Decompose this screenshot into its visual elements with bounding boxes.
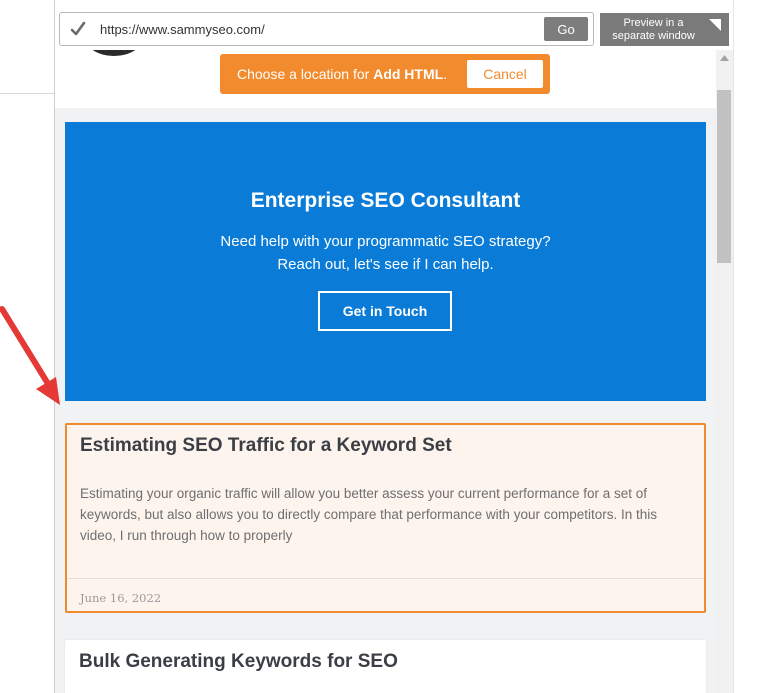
page-preview: Choose a location for Add HTML. Cancel E… — [55, 50, 716, 693]
add-html-location-bar: Choose a location for Add HTML. Cancel — [220, 54, 550, 94]
post-title[interactable]: Estimating SEO Traffic for a Keyword Set — [80, 435, 452, 457]
red-arrow-icon — [0, 306, 60, 405]
cancel-button[interactable]: Cancel — [467, 60, 543, 88]
site-header: Choose a location for Add HTML. Cancel — [55, 50, 716, 108]
url-text[interactable]: https://www.sammyseo.com/ — [100, 22, 265, 37]
url-field[interactable]: https://www.sammyseo.com/ Go — [59, 12, 594, 46]
vertical-scrollbar[interactable] — [716, 50, 733, 693]
preview-separate-window-button[interactable]: Preview in a separate window — [600, 13, 729, 46]
post-excerpt: Estimating your organic traffic will all… — [80, 486, 657, 543]
cta-title: Enterprise SEO Consultant — [250, 189, 521, 212]
post-date: June 16, 2022 — [80, 591, 162, 605]
preview-button-label: Preview in a separate window — [612, 17, 695, 42]
avatar — [92, 50, 136, 56]
post-title[interactable]: Bulk Generating Keywords for SEO — [79, 651, 398, 673]
scroll-up-arrow-icon[interactable] — [720, 55, 729, 61]
right-border — [733, 0, 734, 693]
new-window-corner-icon — [709, 19, 721, 31]
left-panel-header — [0, 0, 54, 94]
post-card-highlighted[interactable]: Estimating SEO Traffic for a Keyword Set… — [65, 423, 706, 613]
cta-text-line: Need help with your programmatic SEO str… — [220, 233, 551, 250]
scrollbar-thumb[interactable] — [717, 90, 731, 263]
post-card[interactable]: Bulk Generating Keywords for SEO — [65, 640, 706, 693]
check-icon — [70, 21, 86, 36]
add-html-message: Choose a location for Add HTML. — [237, 66, 448, 82]
cta-text-line: Reach out, let's see if I can help. — [277, 256, 494, 273]
post-divider — [67, 578, 704, 579]
preview-toolbar: https://www.sammyseo.com/ Go Preview in … — [55, 0, 733, 50]
go-button[interactable]: Go — [544, 17, 588, 41]
consultant-cta-block: Enterprise SEO Consultant Need help with… — [65, 122, 706, 401]
get-in-touch-button[interactable]: Get in Touch — [318, 291, 452, 331]
